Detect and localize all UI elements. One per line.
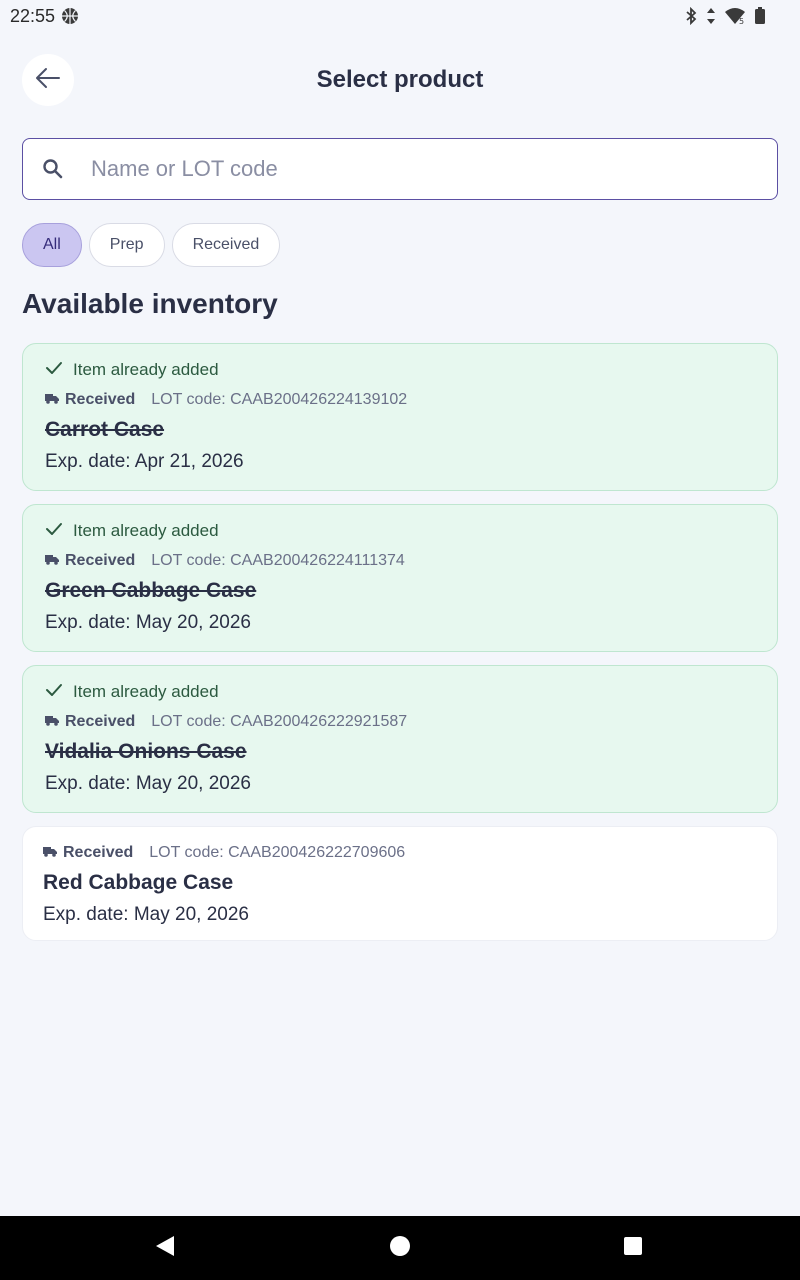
search-icon: [41, 157, 65, 181]
inventory-card[interactable]: Item already added Received LOT code: CA…: [22, 665, 778, 813]
page-title: Select product: [316, 66, 484, 93]
added-indicator: Item already added: [45, 519, 755, 543]
header: Select product: [0, 54, 800, 106]
meta-row: Received LOT code: CAAB200426222921587: [45, 712, 755, 732]
data-arrows-icon: [706, 7, 716, 25]
status-bar: 22:55 5: [0, 0, 800, 32]
added-label: Item already added: [73, 682, 219, 701]
product-name: Red Cabbage Case: [43, 871, 234, 894]
circle-home-icon: [389, 1235, 411, 1262]
added-label: Item already added: [73, 360, 219, 379]
section-title: Available inventory: [22, 288, 278, 319]
lot-code: LOT code: CAAB200426224139102: [151, 391, 408, 408]
nav-recents-button[interactable]: [621, 1236, 645, 1260]
status-badge: Received: [45, 713, 135, 731]
meta-row: Received LOT code: CAAB200426224111374: [45, 551, 755, 571]
expiration-date: Exp. date: May 20, 2026: [45, 773, 251, 794]
added-indicator: Item already added: [45, 680, 755, 704]
battery-icon: [754, 7, 766, 25]
expiration-date: Exp. date: May 20, 2026: [45, 612, 251, 633]
basketball-icon: [61, 7, 79, 25]
status-badge: Received: [45, 552, 135, 570]
status-label: Received: [65, 713, 136, 730]
filter-chips: All Prep Received: [22, 223, 281, 267]
status-right: 5: [684, 7, 766, 25]
check-icon: [45, 682, 63, 702]
triangle-back-icon: [154, 1234, 176, 1263]
wifi-icon: 5: [724, 7, 746, 25]
status-label: Received: [65, 552, 136, 569]
filter-chip-all[interactable]: All: [22, 223, 82, 267]
inventory-card[interactable]: Item already added Received LOT code: CA…: [22, 343, 778, 491]
meta-row: Received LOT code: CAAB200426224139102: [45, 390, 755, 410]
inventory-list: Item already added Received LOT code: CA…: [22, 343, 778, 954]
svg-text:5: 5: [739, 17, 744, 25]
lot-code: LOT code: CAAB200426224111374: [151, 552, 405, 569]
nav-home-button[interactable]: [388, 1235, 412, 1262]
truck-icon: [43, 844, 57, 862]
product-name: Carrot Case: [45, 418, 165, 441]
truck-icon: [45, 552, 59, 570]
search-field[interactable]: [22, 138, 778, 200]
expiration-date: Exp. date: May 20, 2026: [43, 904, 249, 925]
meta-row: Received LOT code: CAAB200426222709606: [43, 843, 755, 863]
status-left: 22:55: [10, 6, 79, 27]
product-name: Green Cabbage Case: [45, 579, 257, 602]
status-badge: Received: [45, 391, 135, 409]
status-time: 22:55: [10, 5, 56, 26]
filter-chip-received[interactable]: Received: [171, 223, 281, 267]
inventory-card[interactable]: Received LOT code: CAAB200426222709606 R…: [22, 826, 778, 941]
product-name: Vidalia Onions Case: [45, 740, 247, 763]
added-indicator: Item already added: [45, 358, 755, 382]
lot-code: LOT code: CAAB200426222709606: [149, 844, 406, 861]
inventory-card[interactable]: Item already added Received LOT code: CA…: [22, 504, 778, 652]
navigation-bar: [0, 1216, 800, 1280]
check-icon: [45, 521, 63, 541]
expiration-date: Exp. date: Apr 21, 2026: [45, 451, 244, 472]
square-recents-icon: [623, 1236, 643, 1261]
status-label: Received: [63, 844, 134, 861]
added-label: Item already added: [73, 521, 219, 540]
truck-icon: [45, 713, 59, 731]
truck-icon: [45, 391, 59, 409]
nav-back-button[interactable]: [153, 1234, 177, 1263]
status-label: Received: [65, 391, 136, 408]
filter-chip-prep[interactable]: Prep: [88, 223, 165, 267]
check-icon: [45, 360, 63, 380]
bluetooth-icon: [684, 7, 698, 25]
lot-code: LOT code: CAAB200426222921587: [151, 713, 408, 730]
search-input[interactable]: [91, 156, 711, 182]
status-badge: Received: [43, 844, 133, 862]
